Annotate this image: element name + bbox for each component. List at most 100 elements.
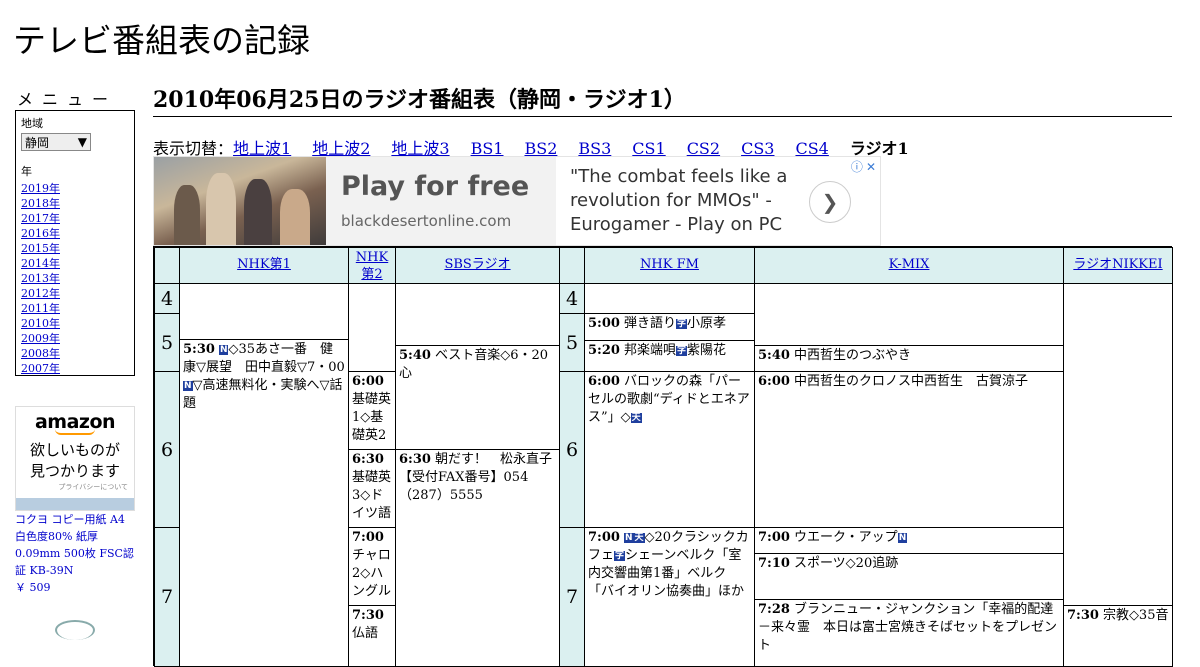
amazon-ad[interactable]: amazon 欲しいものが 見つかります プライバシーについて xyxy=(15,406,135,511)
program-text: 中西哲生のクロノス中西哲生 古賀涼子 xyxy=(793,374,1028,389)
program-cell[interactable]: 6:30 基礎英3◇ドイツ語 xyxy=(348,449,396,528)
year-link-2014[interactable]: 2014年 xyxy=(21,256,129,271)
news-badge-icon: N xyxy=(183,381,193,391)
hour-cell: 4 xyxy=(559,283,585,314)
product-name[interactable]: コクヨ コピー用紙 A4 白色度80% 紙厚 0.09mm 500枚 FSC認証… xyxy=(15,511,135,579)
year-link-2016[interactable]: 2016年 xyxy=(21,226,129,241)
hour-cell: 5 xyxy=(154,313,180,372)
program-time: 7:10 xyxy=(758,556,790,571)
year-link-2011[interactable]: 2011年 xyxy=(21,301,129,316)
program-cell[interactable]: 5:40 中西哲生のつぶやき xyxy=(754,345,1064,372)
schedule-grid: NHK第1 NHK第2 SBSラジオ NHK FM K-MIX ラジオNIKKE… xyxy=(153,246,1173,667)
hour-cell: 4 xyxy=(154,283,180,314)
region-value: 静岡 xyxy=(25,135,50,150)
program-cell[interactable]: 5:40 ベスト音楽◇6・20心 xyxy=(395,345,560,450)
ad-artwork xyxy=(154,157,326,245)
ad-figure xyxy=(244,179,272,245)
channel-header: SBSラジオ xyxy=(395,247,560,284)
product-item[interactable]: コクヨ コピー用紙 A4 白色度80% 紙厚 0.09mm 500枚 FSC認証… xyxy=(15,511,135,596)
product-image[interactable] xyxy=(55,620,95,640)
program-cell[interactable]: 6:00 基礎英1◇基礎英2 xyxy=(348,371,396,450)
channel-link-sbs[interactable]: SBSラジオ xyxy=(444,257,510,272)
hour-cell: 7 xyxy=(154,527,180,667)
news-badge-icon: N xyxy=(623,533,634,543)
hour-cell: 6 xyxy=(154,371,180,528)
program-time: 6:00 xyxy=(758,374,790,389)
year-link-2018[interactable]: 2018年 xyxy=(21,196,129,211)
menu-box: 地域 静岡 ▼ 年 2019年 2018年 2017年 2016年 2015年 … xyxy=(15,110,135,376)
product-price: ￥ 509 xyxy=(15,581,51,594)
news-badge-icon: N xyxy=(897,533,908,543)
program-text: チャロ2◇ハングル xyxy=(352,548,392,599)
year-link-2008[interactable]: 2008年 xyxy=(21,346,129,361)
year-link-2007[interactable]: 2007年 xyxy=(21,361,129,376)
amazon-ad-line1: 欲しいものが xyxy=(29,441,120,459)
adchoices-icon[interactable]: ⓘ ✕ xyxy=(851,158,876,175)
hour-cell: 7 xyxy=(559,527,585,667)
year-link-2017[interactable]: 2017年 xyxy=(21,211,129,226)
jimaku-badge-icon: 字 xyxy=(614,551,626,561)
channel-header: NHK第1 xyxy=(179,247,349,284)
region-select[interactable]: 静岡 ▼ xyxy=(21,133,91,151)
ad-scroll-bar[interactable] xyxy=(16,498,134,510)
program-cell[interactable]: 6:00 バロックの森「パーセルの歌劇“ディドとエネアス”」◇天 xyxy=(584,371,755,528)
program-cell[interactable]: 5:20 邦楽端唄字紫陽花 xyxy=(584,340,755,372)
program-time: 6:30 xyxy=(399,452,431,467)
program-cell[interactable]: 6:30 朝だす！ 松永直子【受付FAX番号】054（287）5555 xyxy=(395,449,560,667)
program-text: 基礎英1◇基礎英2 xyxy=(352,392,392,443)
amazon-logo: amazon xyxy=(34,411,116,433)
channel-link-nhkfm[interactable]: NHK FM xyxy=(640,257,699,272)
program-cell[interactable]: 7:00 ウエーク・アップN xyxy=(754,527,1064,554)
jimaku-badge-icon: 字 xyxy=(675,346,687,356)
program-time: 7:30 xyxy=(352,608,384,623)
program-cell[interactable]: 7:28 ブランニュー・ジャンクション「幸福的配達－来々霊 本日は富士宮焼きそばセ… xyxy=(754,599,1064,667)
menu-label: メニュー xyxy=(17,90,118,109)
year-label: 年 xyxy=(21,165,32,178)
game-ad-banner[interactable]: Play for free blackdesertonline.com "The… xyxy=(153,156,881,246)
stereo-badge-icon: 天 xyxy=(633,533,645,543)
channel-link-nikkei[interactable]: ラジオNIKKEI xyxy=(1073,257,1162,272)
program-cell[interactable]: 7:00 N 天◇20クラシックカフェ字シェーンベルク「室内交響曲第1番」ベルク「バ… xyxy=(584,527,755,667)
program-text: ウエーク・アップ xyxy=(793,530,898,545)
program-cell[interactable]: 6:00 中西哲生のクロノス中西哲生 古賀涼子 xyxy=(754,371,1064,528)
ad-cta[interactable]: Play for free blackdesertonline.com xyxy=(326,157,556,245)
program-cell[interactable]: 5:30 N◇35あさ一番 健康▽展望 田中直毅▽7・00N▽高速無料化・実験へ▽… xyxy=(179,339,349,667)
channel-link-kmix[interactable]: K-MIX xyxy=(889,257,930,272)
channel-header: K-MIX xyxy=(754,247,1064,284)
program-time: 7:00 xyxy=(588,530,620,545)
year-link-2015[interactable]: 2015年 xyxy=(21,241,129,256)
program-cell[interactable]: 7:10 スポーツ◇20追跡 xyxy=(754,553,1064,600)
channel-link-nhk1[interactable]: NHK第1 xyxy=(237,257,291,272)
channel-link-nhk2[interactable]: NHK第2 xyxy=(356,250,388,282)
year-link-2013[interactable]: 2013年 xyxy=(21,271,129,286)
year-link-2012[interactable]: 2012年 xyxy=(21,286,129,301)
program-time: 6:30 xyxy=(352,452,384,467)
program-time: 7:28 xyxy=(758,602,790,617)
program-time: 6:00 xyxy=(352,374,384,389)
program-cell[interactable]: 7:30 仏語 xyxy=(348,605,396,667)
program-text: 基礎英3◇ドイツ語 xyxy=(352,470,392,521)
channel-header: ラジオNIKKEI xyxy=(1063,247,1173,284)
hour-cell: 6 xyxy=(559,371,585,528)
program-text: スポーツ◇20追跡 xyxy=(793,556,899,571)
privacy-link[interactable]: プライバシーについて xyxy=(16,482,134,492)
year-link-2019[interactable]: 2019年 xyxy=(21,181,129,196)
program-empty xyxy=(754,283,1064,346)
program-cell[interactable]: 5:00 弾き語り字小原孝 xyxy=(584,313,755,341)
channel-header: NHK第2 xyxy=(348,247,396,284)
program-cell[interactable]: 7:00 チャロ2◇ハングル xyxy=(348,527,396,606)
program-text: 紫陽花 xyxy=(686,343,726,358)
program-time: 5:40 xyxy=(399,348,431,363)
program-text: 小原孝 xyxy=(686,316,726,331)
chevron-right-icon[interactable]: ❯ xyxy=(809,181,851,223)
program-text: 邦楽端唄 xyxy=(623,343,676,358)
close-icon[interactable]: ✕ xyxy=(866,160,876,174)
year-link-2010[interactable]: 2010年 xyxy=(21,316,129,331)
program-time: 7:00 xyxy=(352,530,384,545)
program-time: 7:30 xyxy=(1067,608,1099,623)
year-link-2009[interactable]: 2009年 xyxy=(21,331,129,346)
stereo-badge-icon: 天 xyxy=(630,413,642,423)
program-cell[interactable]: 7:30 宗教◇35音 xyxy=(1063,605,1173,667)
ad-figure xyxy=(174,185,200,245)
site-title: テレビ番組表の記録 xyxy=(13,21,310,60)
